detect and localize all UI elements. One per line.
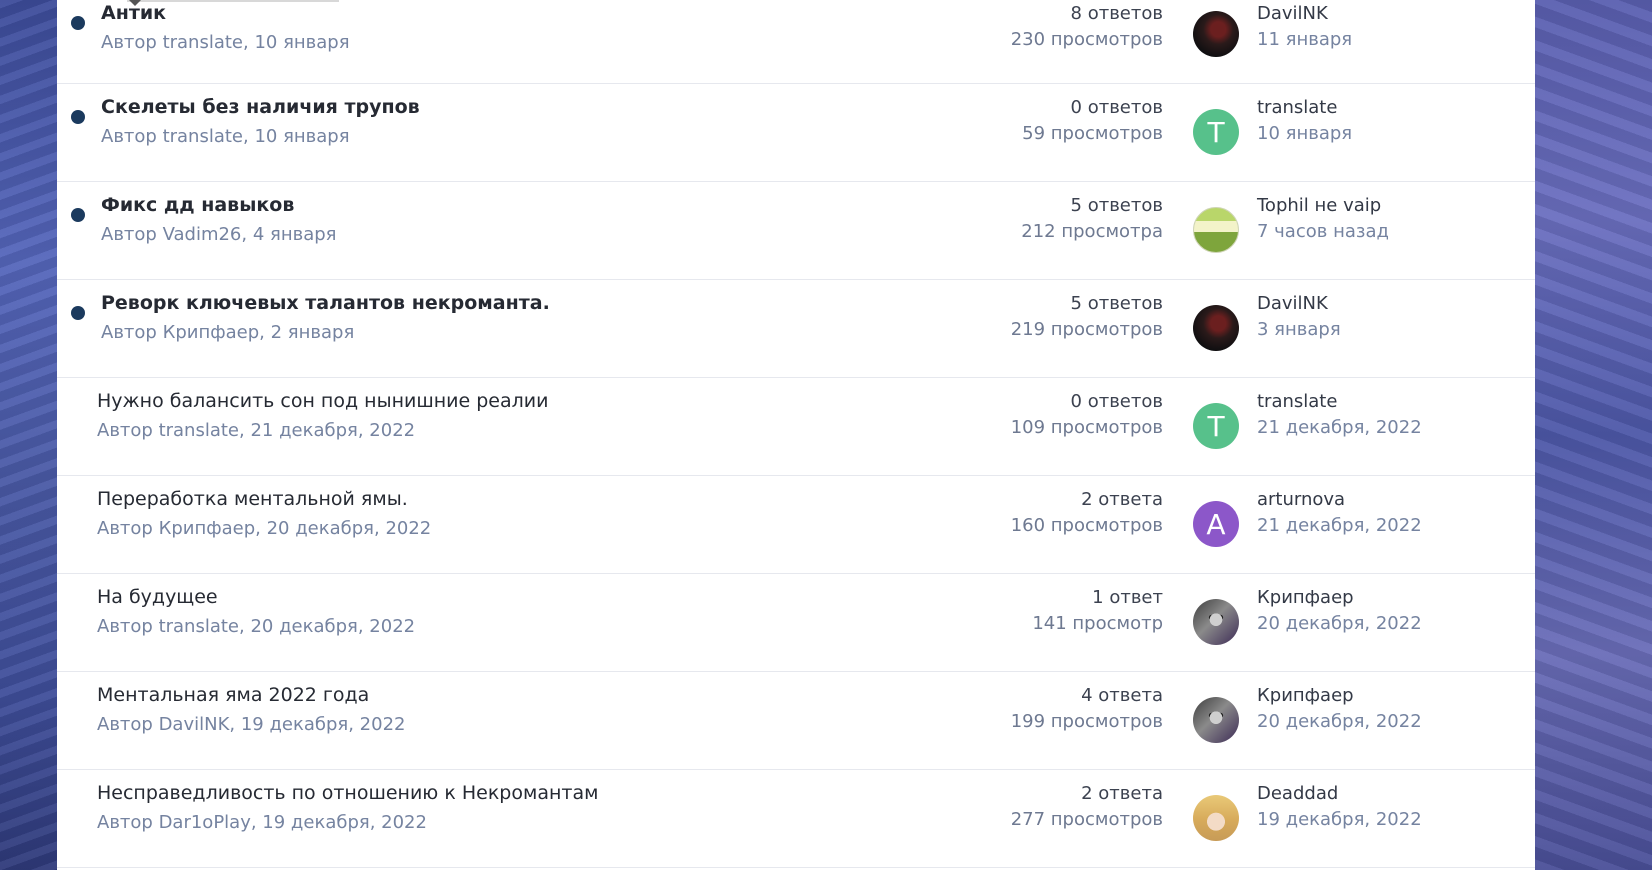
avatar-letter: T [1207, 115, 1225, 149]
avatar[interactable] [1193, 795, 1239, 841]
topic-stats: 1 ответ 141 просмотр [1032, 587, 1163, 634]
last-poster-link[interactable]: translate [1257, 391, 1337, 412]
topic-row[interactable]: Несправедливость по отношению к Некроман… [57, 770, 1535, 868]
topic-author-meta: Автор Крипфаер, 20 декабря, 2022 [97, 518, 432, 539]
unread-dot-icon [71, 208, 85, 222]
last-poster-link[interactable]: Крипфаер [1257, 587, 1354, 608]
last-post-date[interactable]: 19 декабря, 2022 [1257, 809, 1422, 830]
replies-count: 0 ответов [1070, 391, 1163, 412]
topic-row[interactable]: На будущее Автор translate, 20 декабря, … [57, 574, 1535, 672]
topic-stats: 0 ответов 109 просмотров [1011, 391, 1163, 438]
last-poster-link[interactable]: translate [1257, 97, 1337, 118]
replies-count: 2 ответа [1081, 489, 1163, 510]
last-post-date[interactable]: 10 января [1257, 123, 1352, 144]
topic-stats: 4 ответа 199 просмотров [1011, 685, 1163, 732]
replies-count: 0 ответов [1070, 97, 1163, 118]
topic-stats: 0 ответов 59 просмотров [1022, 97, 1163, 144]
last-poster-link[interactable]: DavilNK [1257, 293, 1328, 314]
avatar-letter: A [1206, 507, 1226, 541]
last-post-date[interactable]: 21 декабря, 2022 [1257, 515, 1422, 536]
topic-title-link[interactable]: Скелеты без наличия трупов [101, 96, 420, 118]
topic-row[interactable]: Реворк ключевых талантов некроманта. Авт… [57, 280, 1535, 378]
topic-stats: 5 ответов 219 просмотров [1011, 293, 1163, 340]
unread-dot-icon [71, 110, 85, 124]
topic-title-link[interactable]: Переработка ментальной ямы. [97, 488, 408, 510]
topic-author-meta: Автор Крипфаер, 2 января [101, 322, 355, 343]
unread-dot-icon [71, 16, 85, 30]
replies-count: 2 ответа [1081, 783, 1163, 804]
topic-author-meta: Автор Vadim26, 4 января [101, 224, 337, 245]
topic-stats: 2 ответа 277 просмотров [1011, 783, 1163, 830]
topic-stats: 8 ответов 230 просмотров [1011, 3, 1163, 50]
avatar[interactable] [1193, 207, 1239, 253]
last-post-date[interactable]: 21 декабря, 2022 [1257, 417, 1422, 438]
avatar[interactable] [1193, 697, 1239, 743]
topic-title-link[interactable]: Несправедливость по отношению к Некроман… [97, 782, 598, 804]
avatar-letter: T [1207, 409, 1225, 443]
topic-title-link[interactable]: Антик [101, 2, 166, 24]
replies-count: 8 ответов [1070, 3, 1163, 24]
topic-title-link[interactable]: Реворк ключевых талантов некроманта. [101, 292, 550, 314]
topic-row[interactable]: Ментальная яма 2022 года Автор DavilNK, … [57, 672, 1535, 770]
topic-author-meta: Автор translate, 10 января [101, 32, 350, 53]
last-post-date[interactable]: 20 декабря, 2022 [1257, 613, 1422, 634]
topic-row[interactable]: Антик Автор translate, 10 января 8 ответ… [57, 0, 1535, 84]
views-count: 141 просмотр [1032, 613, 1163, 634]
avatar[interactable]: T [1193, 403, 1239, 449]
last-poster-link[interactable]: Tophil не vaip [1257, 195, 1381, 216]
topic-row[interactable]: Нужно балансить сон под нынишние реалии … [57, 378, 1535, 476]
topic-author-meta: Автор translate, 21 декабря, 2022 [97, 420, 416, 441]
topic-stats: 2 ответа 160 просмотров [1011, 489, 1163, 536]
views-count: 219 просмотров [1010, 319, 1163, 340]
topic-row[interactable]: Скелеты без наличия трупов Автор transla… [57, 84, 1535, 182]
avatar[interactable]: T [1193, 109, 1239, 155]
views-count: 277 просмотров [1010, 809, 1163, 830]
views-count: 230 просмотров [1010, 29, 1163, 50]
views-count: 199 просмотров [1010, 711, 1163, 732]
last-poster-link[interactable]: DavilNK [1257, 3, 1328, 24]
replies-count: 1 ответ [1092, 587, 1163, 608]
topic-list: Антик Автор translate, 10 января 8 ответ… [57, 0, 1535, 870]
last-poster-link[interactable]: Крипфаер [1257, 685, 1354, 706]
last-poster-link[interactable]: arturnova [1257, 489, 1345, 510]
topic-title-link[interactable]: Нужно балансить сон под нынишние реалии [97, 390, 548, 412]
topic-author-meta: Автор Dar1oPlay, 19 декабря, 2022 [97, 812, 427, 833]
avatar[interactable] [1193, 305, 1239, 351]
topic-stats: 5 ответов 212 просмотра [1021, 195, 1163, 242]
last-post-date[interactable]: 3 января [1257, 319, 1341, 340]
topic-row[interactable]: Переработка ментальной ямы. Автор Крипфа… [57, 476, 1535, 574]
replies-count: 4 ответа [1081, 685, 1163, 706]
topic-author-meta: Автор translate, 20 декабря, 2022 [97, 616, 416, 637]
avatar[interactable] [1193, 599, 1239, 645]
last-post-date[interactable]: 11 января [1257, 29, 1352, 50]
last-poster-link[interactable]: Deaddad [1257, 783, 1338, 804]
replies-count: 5 ответов [1070, 195, 1163, 216]
topic-row[interactable]: Фикс дд навыков Автор Vadim26, 4 января … [57, 182, 1535, 280]
background-left [0, 0, 57, 870]
replies-count: 5 ответов [1070, 293, 1163, 314]
topic-title-link[interactable]: Фикс дд навыков [101, 194, 294, 216]
unread-dot-icon [71, 306, 85, 320]
topic-title-link[interactable]: На будущее [97, 586, 218, 608]
topic-title-link[interactable]: Ментальная яма 2022 года [97, 684, 369, 706]
last-post-date[interactable]: 20 декабря, 2022 [1257, 711, 1422, 732]
avatar[interactable] [1193, 11, 1239, 57]
views-count: 109 просмотров [1010, 417, 1163, 438]
last-post-date[interactable]: 7 часов назад [1257, 221, 1389, 242]
topic-author-meta: Автор translate, 10 января [101, 126, 350, 147]
avatar[interactable]: A [1193, 501, 1239, 547]
views-count: 160 просмотров [1010, 515, 1163, 536]
views-count: 59 просмотров [1022, 123, 1163, 144]
background-right [1535, 0, 1652, 870]
topic-author-meta: Автор DavilNK, 19 декабря, 2022 [97, 714, 406, 735]
views-count: 212 просмотра [1021, 221, 1163, 242]
